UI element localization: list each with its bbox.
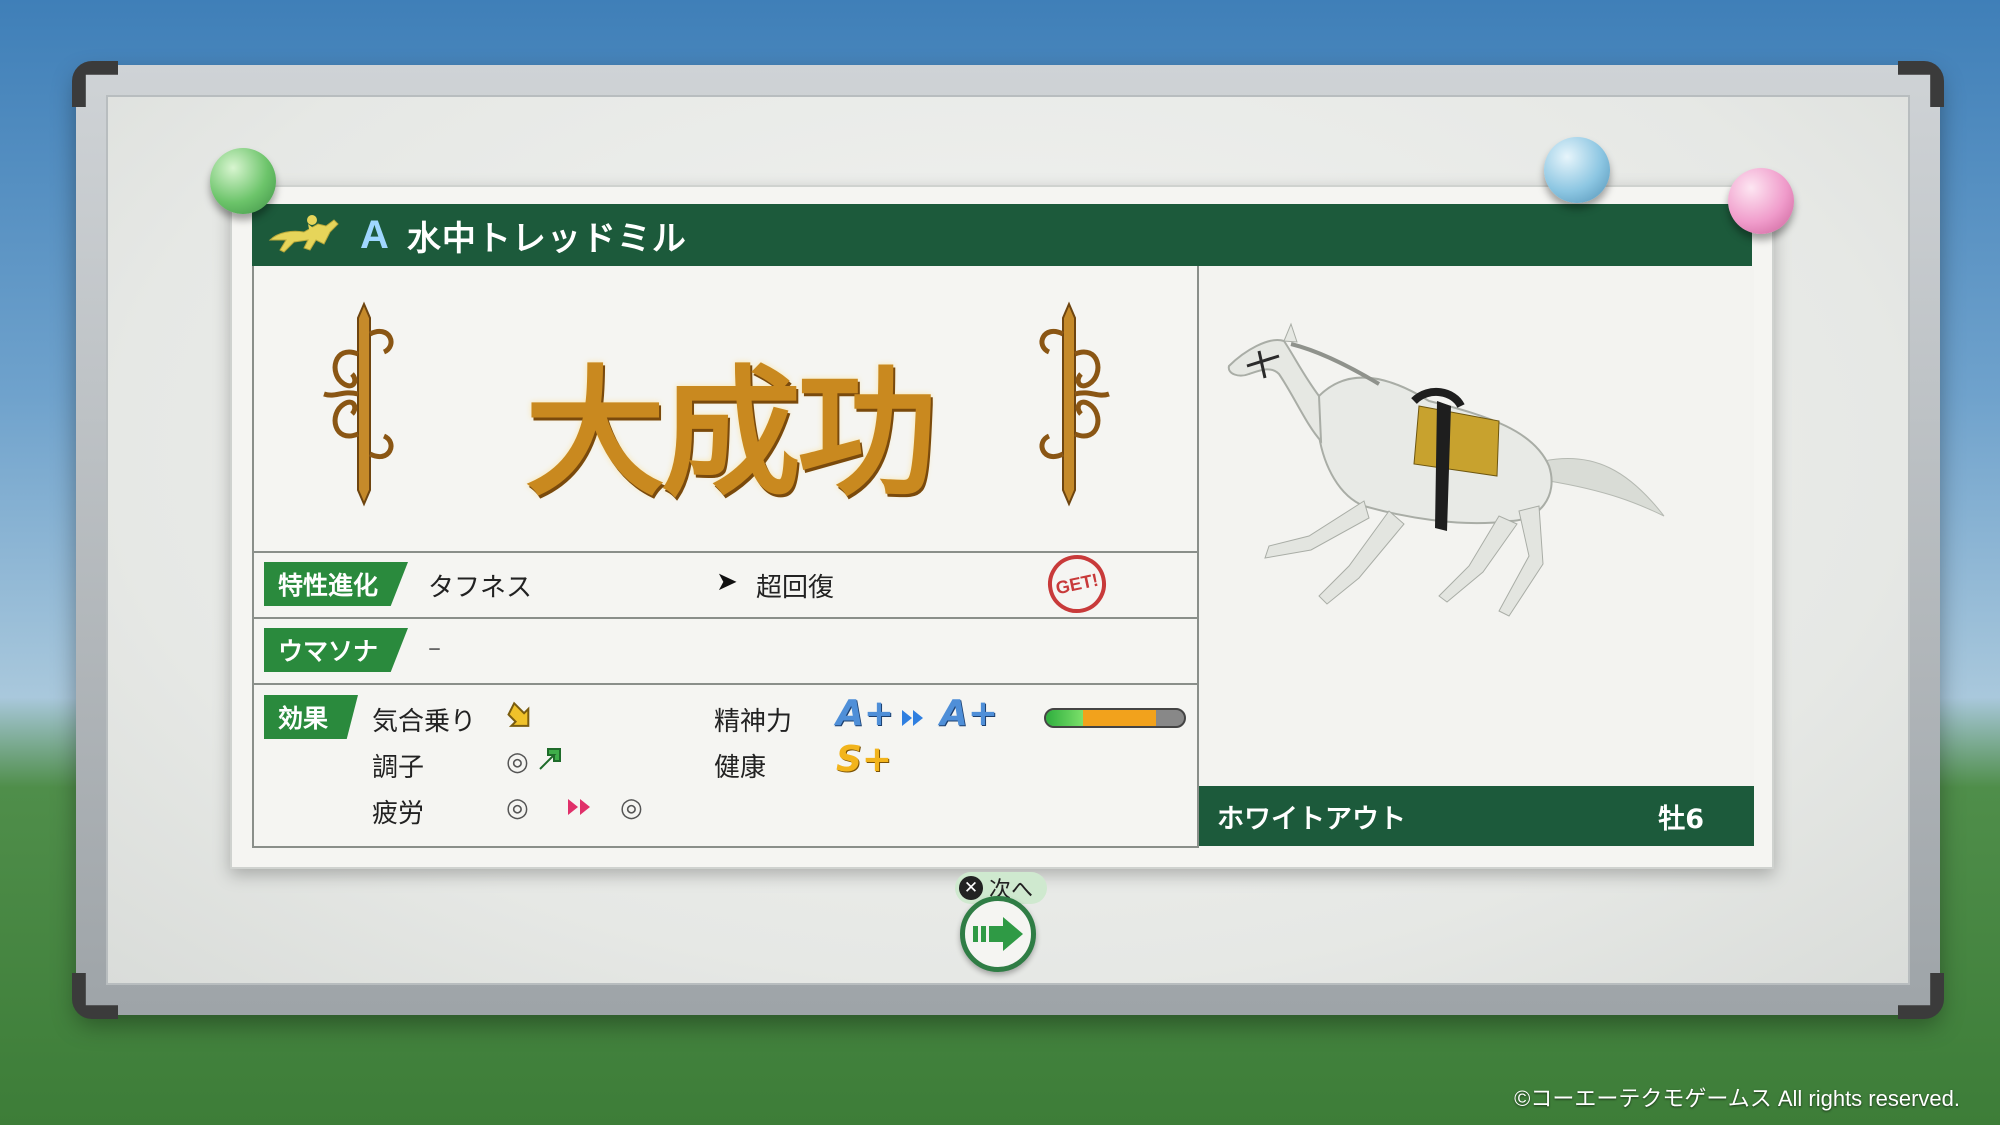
health-value: S+ <box>836 739 893 780</box>
up-right-arrow-icon <box>536 745 564 777</box>
double-chevron-blue-icon <box>900 707 928 733</box>
great-success-text: 大成功 <box>524 352 937 516</box>
trait-evolution-tag: 特性進化 <box>264 562 408 606</box>
result-details-panel: 大成功 特性進化 タフネス ➤ 超回復 GET! ウマソナ – 効果 気合乗り … <box>252 266 1199 848</box>
horse-image <box>1199 266 1754 786</box>
spirit-from: A+ <box>836 693 895 734</box>
magnet-pink <box>1728 168 1794 234</box>
umasona-value: – <box>428 633 441 663</box>
cross-button-icon: ✕ <box>959 876 983 900</box>
copyright-text: ©コーエーテクモゲームス All rights reserved. <box>1514 1086 1960 1111</box>
horse-info-bar: ホワイトアウト 牡6 <box>1199 786 1754 846</box>
horse-name: ホワイトアウト <box>1217 803 1406 835</box>
health-label: 健康 <box>714 753 767 783</box>
double-chevron-icon <box>566 795 596 823</box>
horse-sex-age: 牡6 <box>1658 803 1704 835</box>
condition-label: 調子 <box>372 753 425 783</box>
get-stamp-text: GET! <box>1053 569 1101 598</box>
spirit-gauge <box>1044 708 1186 728</box>
spirit-gauge-green <box>1046 710 1084 726</box>
trait-arrow-icon: ➤ <box>716 567 738 597</box>
spirit-gauge-orange <box>1083 710 1157 726</box>
next-button[interactable] <box>960 896 1036 972</box>
effect-tag: 効果 <box>264 695 358 739</box>
up-arrow-icon <box>500 699 534 737</box>
umasona-tag: ウマソナ <box>264 628 408 672</box>
get-stamp-icon: GET! <box>1042 549 1112 619</box>
condition-value: ◎ <box>506 747 529 777</box>
training-rank: A <box>360 212 389 257</box>
training-result-card: A 水中トレッドミル 大成功 特性進化 タフネス ➤ 超回復 GET! ウマソナ… <box>230 185 1774 869</box>
fatigue-to: ◎ <box>620 793 643 823</box>
spirit-to: A+ <box>940 693 999 734</box>
training-title: 水中トレッドミル <box>406 218 687 259</box>
horse-rider-icon <box>264 210 348 260</box>
umasona-row: ウマソナ – <box>254 617 1199 685</box>
ornament-icon <box>314 294 404 514</box>
horse-panel: ホワイトアウト 牡6 <box>1197 266 1754 846</box>
ornament-icon <box>1029 294 1119 514</box>
fatigue-from: ◎ <box>506 793 529 823</box>
result-banner: 大成功 <box>254 266 1199 553</box>
spirit-label: 精神力 <box>714 707 793 737</box>
card-header: A 水中トレッドミル <box>252 204 1752 266</box>
trait-from: タフネス <box>428 573 533 603</box>
trait-evolution-row: 特性進化 タフネス ➤ 超回復 GET! <box>254 549 1199 619</box>
magnet-green <box>210 148 276 214</box>
fatigue-label: 疲労 <box>372 799 425 829</box>
trait-to: 超回復 <box>756 573 835 603</box>
motivation-label: 気合乗り <box>372 707 477 737</box>
next-arrow-icon <box>971 914 1025 954</box>
magnet-blue <box>1544 137 1610 203</box>
